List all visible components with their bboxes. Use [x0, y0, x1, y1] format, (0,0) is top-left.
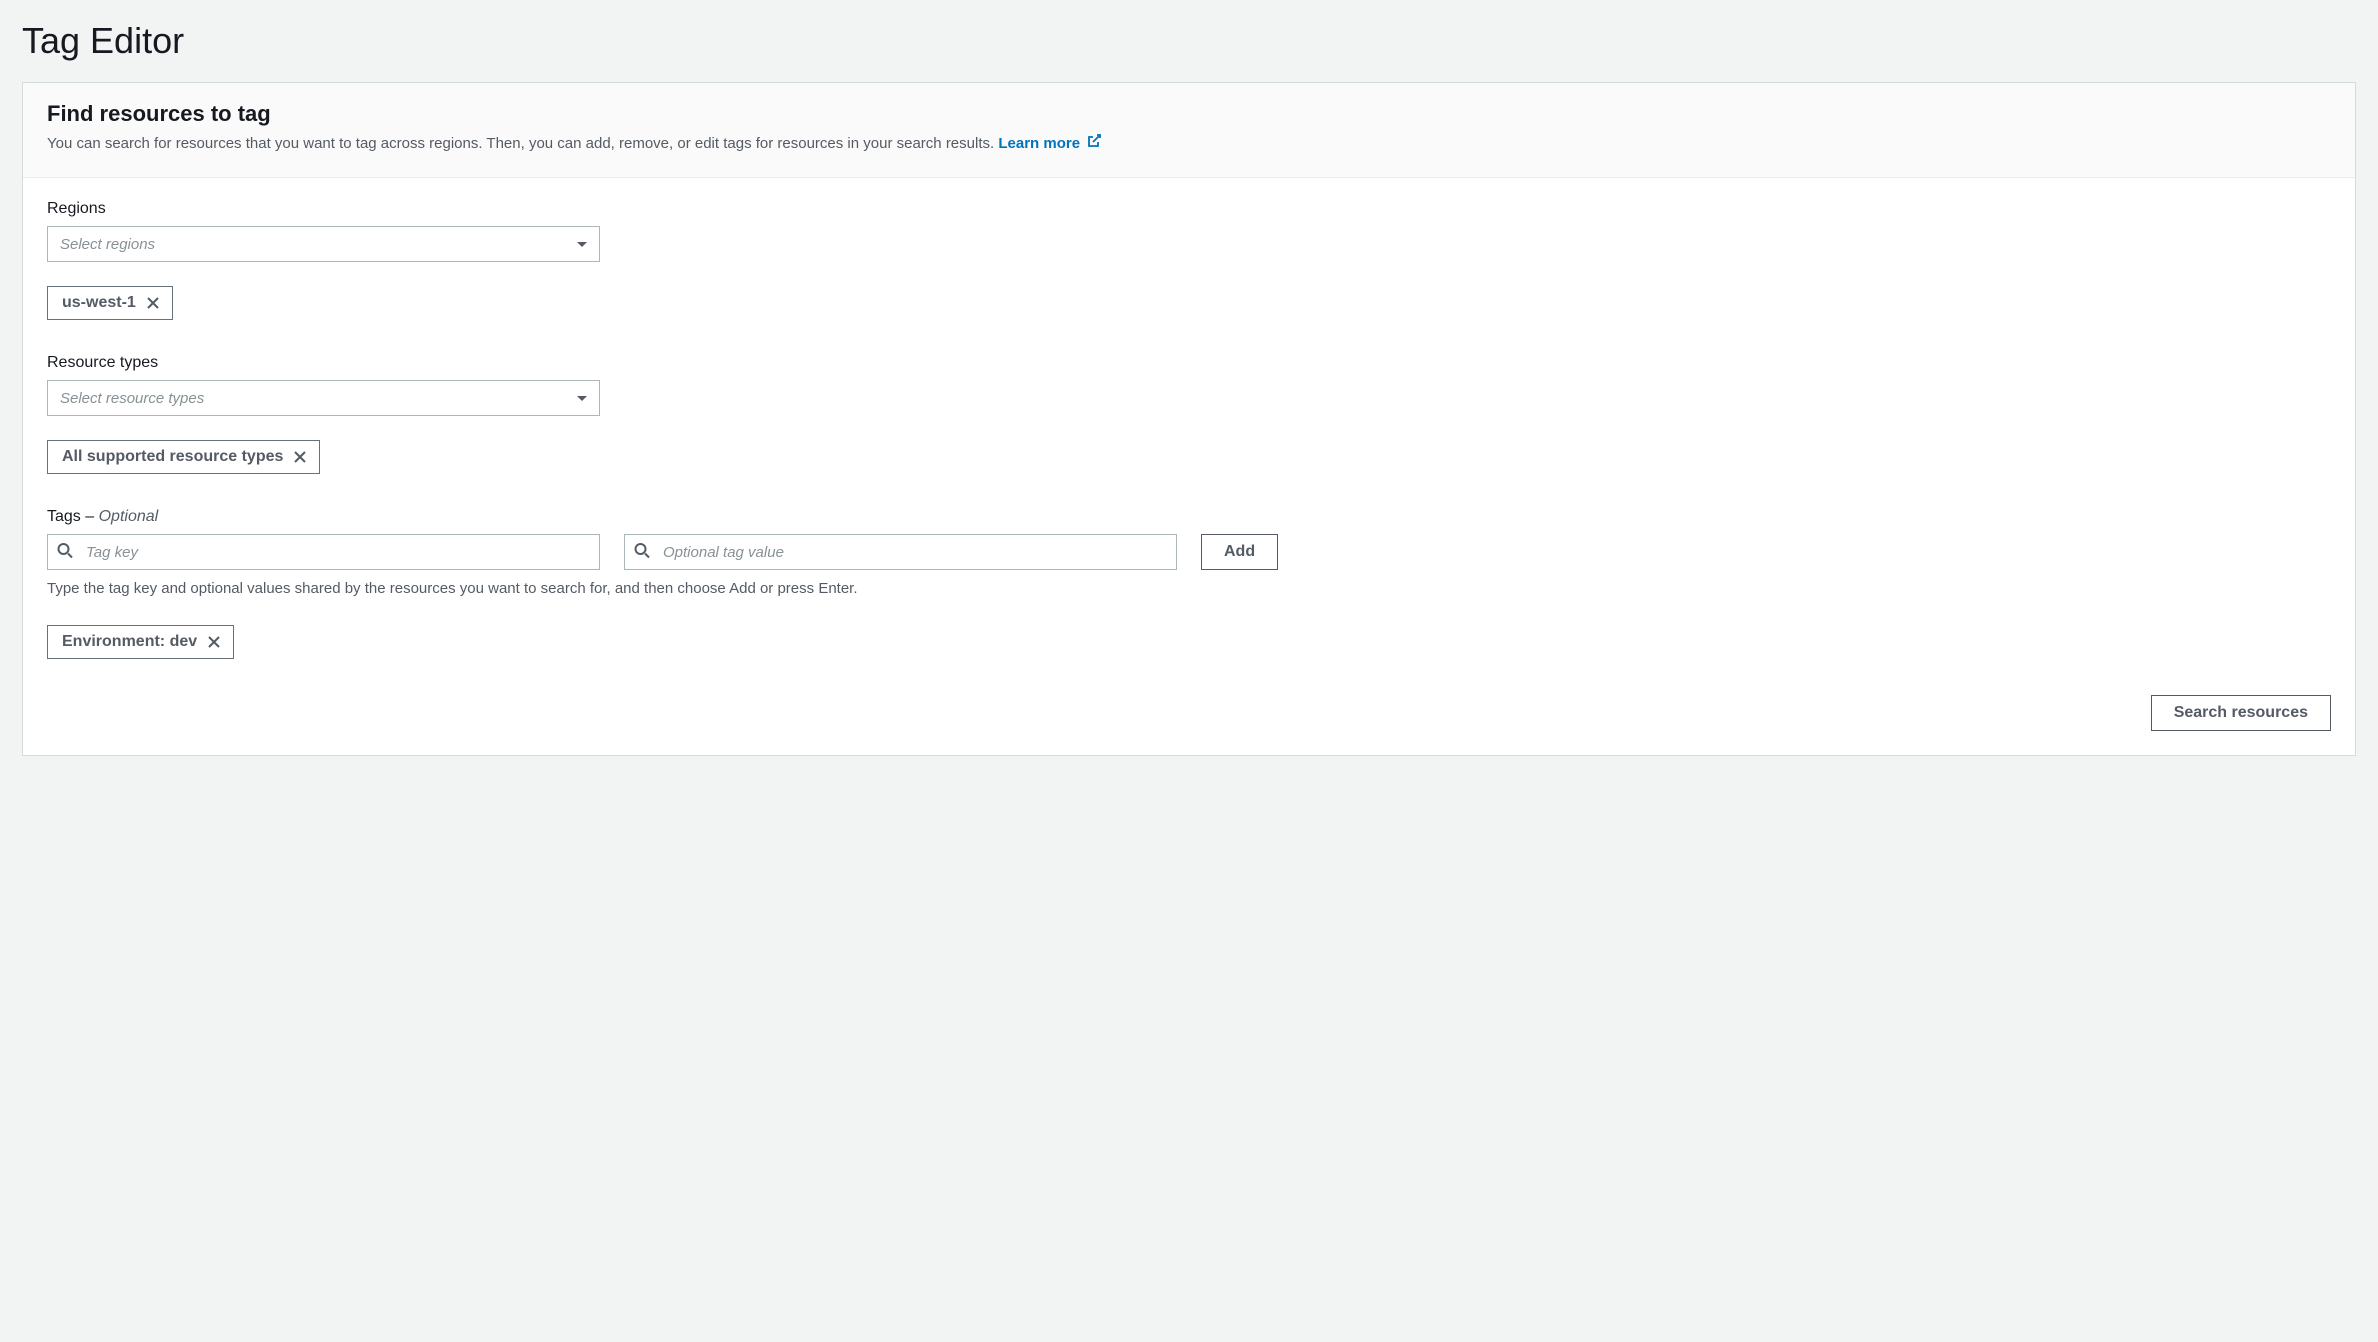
close-icon[interactable]	[146, 296, 160, 310]
tags-section: Tags – Optional Add	[47, 508, 2331, 659]
region-chip: us-west-1	[47, 286, 173, 320]
regions-select-display: Select regions	[47, 226, 600, 262]
tags-input-row: Add	[47, 534, 2331, 570]
tags-label-prefix: Tags –	[47, 508, 99, 525]
panel-body: Regions Select regions us-west-1	[23, 178, 2355, 755]
panel-footer: Search resources	[47, 695, 2331, 731]
resource-types-select[interactable]: Select resource types	[47, 380, 600, 416]
close-icon[interactable]	[293, 450, 307, 464]
panel-header: Find resources to tag You can search for…	[23, 83, 2355, 178]
resource-types-select-display: Select resource types	[47, 380, 600, 416]
tag-value-input[interactable]	[624, 534, 1177, 570]
panel-description-text: You can search for resources that you wa…	[47, 135, 994, 152]
learn-more-link[interactable]: Learn more	[998, 135, 1102, 152]
tag-key-input[interactable]	[47, 534, 600, 570]
find-resources-panel: Find resources to tag You can search for…	[22, 82, 2356, 756]
panel-title: Find resources to tag	[47, 101, 2331, 127]
tag-chip: Environment: dev	[47, 625, 234, 659]
resource-type-chip: All supported resource types	[47, 440, 320, 474]
tags-chips: Environment: dev	[47, 625, 2331, 659]
regions-label: Regions	[47, 200, 2331, 218]
regions-select[interactable]: Select regions	[47, 226, 600, 262]
learn-more-text: Learn more	[998, 135, 1080, 152]
resource-type-chip-label: All supported resource types	[62, 448, 283, 466]
tag-key-wrapper	[47, 534, 600, 570]
tags-label: Tags – Optional	[47, 508, 2331, 526]
resource-types-section: Resource types Select resource types All…	[47, 354, 2331, 474]
regions-chips: us-west-1	[47, 286, 2331, 320]
external-link-icon	[1086, 133, 1102, 155]
page-title: Tag Editor	[22, 20, 2356, 62]
panel-description: You can search for resources that you wa…	[47, 133, 2331, 155]
close-icon[interactable]	[207, 635, 221, 649]
regions-section: Regions Select regions us-west-1	[47, 200, 2331, 320]
region-chip-label: us-west-1	[62, 294, 136, 312]
tag-chip-label: Environment: dev	[62, 633, 197, 651]
tag-value-wrapper	[624, 534, 1177, 570]
add-button[interactable]: Add	[1201, 534, 1278, 570]
tags-label-optional: Optional	[99, 508, 159, 525]
resource-types-label: Resource types	[47, 354, 2331, 372]
tags-help-text: Type the tag key and optional values sha…	[47, 580, 2331, 597]
resource-types-chips: All supported resource types	[47, 440, 2331, 474]
search-resources-button[interactable]: Search resources	[2151, 695, 2331, 731]
